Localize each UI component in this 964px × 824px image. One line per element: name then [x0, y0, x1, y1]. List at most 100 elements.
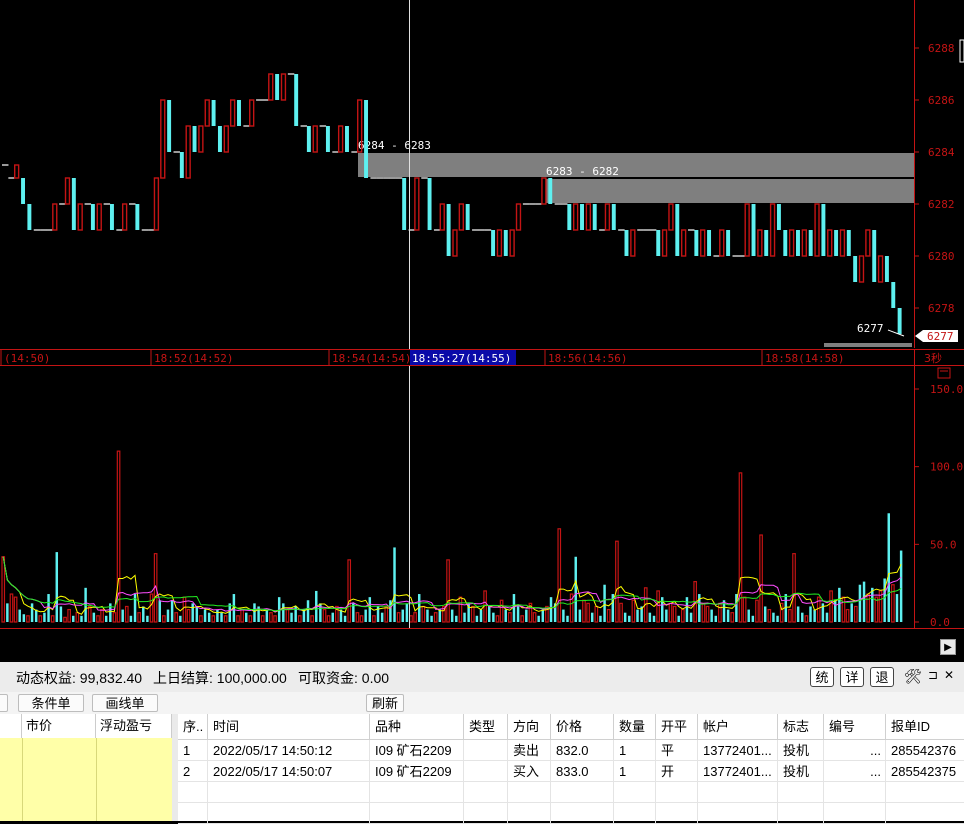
order-cell[interactable]: 投机: [778, 740, 824, 761]
order-header-col[interactable]: 类型: [464, 714, 508, 740]
tools-icon[interactable]: 🛠: [904, 668, 922, 685]
volume-bar-down: [59, 606, 63, 622]
order-empty-cell[interactable]: [370, 782, 464, 803]
order-empty-cell[interactable]: [178, 782, 208, 803]
volume-bar-down: [380, 612, 384, 622]
order-empty-cell[interactable]: [886, 782, 964, 803]
candle-down: [71, 178, 76, 230]
volume-bar-down: [574, 556, 577, 622]
volume-bar-down: [541, 609, 545, 622]
price-chart[interactable]: 6288 6286 6284 6282 6280 6278 6284 - 6283 6283 …: [0, 0, 964, 366]
order-cell[interactable]: 平: [656, 740, 698, 761]
order-header-col[interactable]: 价格: [551, 714, 614, 740]
volume-bar-down: [504, 609, 507, 622]
volume-bar-down: [158, 600, 161, 622]
cut-off-button[interactable]: [0, 694, 8, 712]
volume-bar-down: [450, 609, 454, 622]
order-empty-cell[interactable]: [656, 782, 698, 803]
order-cell[interactable]: [464, 761, 508, 782]
order-header-col[interactable]: 帐户: [698, 714, 778, 740]
order-cell[interactable]: [464, 740, 508, 761]
order-cell[interactable]: 1: [614, 740, 656, 761]
volume-bar-down: [401, 609, 404, 622]
order-cell[interactable]: ...: [824, 740, 886, 761]
candle-down: [90, 204, 95, 230]
order-empty-cell[interactable]: [464, 782, 508, 803]
order-empty-cell[interactable]: [778, 782, 824, 803]
order-empty-cell[interactable]: [551, 782, 614, 803]
candle-down: [707, 230, 712, 256]
scroll-right-icon[interactable]: ▶: [940, 639, 956, 655]
order-header-col[interactable]: 报单ID: [886, 714, 964, 740]
order-empty-cell[interactable]: [508, 782, 551, 803]
order-header-col[interactable]: 序..: [178, 714, 208, 740]
range-box-2: [546, 179, 914, 203]
order-cell[interactable]: 2022/05/17 14:50:07: [208, 761, 370, 782]
order-table[interactable]: 序.. 时间 品种 类型 方向 价格 数量 开平 帐户 标志 编号 报单ID 1 2022/05/17 1…: [178, 714, 964, 824]
volume-bar-down: [343, 615, 347, 622]
volume-bar-down: [170, 600, 174, 622]
refresh-button[interactable]: 刷新: [366, 694, 404, 712]
order-header-col[interactable]: 方向: [508, 714, 551, 740]
order-cell[interactable]: I09 矿石2209: [370, 740, 464, 761]
order-cell[interactable]: ...: [824, 761, 886, 782]
candle-down: [179, 152, 184, 178]
volume-bar-down: [628, 615, 631, 622]
close-icon[interactable]: ✕: [944, 668, 954, 682]
volume-bar-down: [104, 615, 108, 622]
volume-tick-label: 100.0: [930, 461, 963, 474]
candle-down: [764, 230, 769, 256]
candle-down: [402, 178, 407, 230]
volume-bar-down: [512, 594, 516, 622]
order-cell[interactable]: 卖出: [508, 740, 551, 761]
order-empty-cell[interactable]: [208, 782, 370, 803]
period-label: 3秒: [924, 351, 942, 365]
line-order-button[interactable]: 画线单: [92, 694, 158, 712]
order-header-col[interactable]: 开平: [656, 714, 698, 740]
market-price-header[interactable]: 市价: [22, 714, 96, 738]
order-cell[interactable]: 13772401...: [698, 761, 778, 782]
candle-down: [21, 178, 25, 204]
order-header-col[interactable]: 时间: [208, 714, 370, 740]
crosshair-time-label: 18:55:27(14:55): [412, 352, 511, 365]
volume-bar-down: [772, 612, 775, 622]
order-cell[interactable]: I09 矿石2209: [370, 761, 464, 782]
order-cell[interactable]: 2022/05/17 14:50:12: [208, 740, 370, 761]
order-header-col[interactable]: 数量: [614, 714, 656, 740]
volume-chart[interactable]: 150.0 100.0 50.0 0.0: [0, 366, 964, 632]
position-col-0[interactable]: [0, 714, 22, 738]
candle-down: [217, 126, 222, 152]
time-tick-label: 18:52(14:52): [154, 352, 233, 365]
order-header-col[interactable]: 标志: [778, 714, 824, 740]
volume-bar-down: [121, 609, 124, 622]
conditional-order-button[interactable]: 条件单: [18, 694, 84, 712]
order-cell[interactable]: 285542375: [886, 761, 964, 782]
volume-bar-down: [726, 609, 730, 622]
order-cell[interactable]: 285542376: [886, 740, 964, 761]
order-cell[interactable]: 2: [178, 761, 208, 782]
order-cell[interactable]: 开: [656, 761, 698, 782]
order-empty-cell[interactable]: [698, 782, 778, 803]
order-empty-cell[interactable]: [824, 782, 886, 803]
pin-icon[interactable]: ⊐: [928, 668, 938, 682]
volume-bar-down: [648, 612, 652, 622]
stats-button[interactable]: 统: [810, 667, 834, 687]
dynamic-equity: 动态权益: 99,832.40: [16, 670, 143, 686]
order-cell[interactable]: 买入: [508, 761, 551, 782]
order-cell[interactable]: 1: [178, 740, 208, 761]
order-cell[interactable]: 832.0: [551, 740, 614, 761]
order-cell[interactable]: 13772401...: [698, 740, 778, 761]
order-empty-cell[interactable]: [614, 782, 656, 803]
order-cell[interactable]: 投机: [778, 761, 824, 782]
time-tick-label: 18:58(14:58): [765, 352, 844, 365]
detail-button[interactable]: 详: [840, 667, 864, 687]
exit-button[interactable]: 退: [870, 667, 894, 687]
float-pnl-header[interactable]: 浮动盈亏: [96, 714, 172, 738]
order-header-col[interactable]: 品种: [370, 714, 464, 740]
order-cell[interactable]: 1: [614, 761, 656, 782]
order-cell[interactable]: 833.0: [551, 761, 614, 782]
volume-bar-down: [455, 615, 458, 622]
order-header-col[interactable]: 编号: [824, 714, 886, 740]
candle-down: [675, 204, 680, 256]
volume-bar-down: [72, 615, 75, 622]
